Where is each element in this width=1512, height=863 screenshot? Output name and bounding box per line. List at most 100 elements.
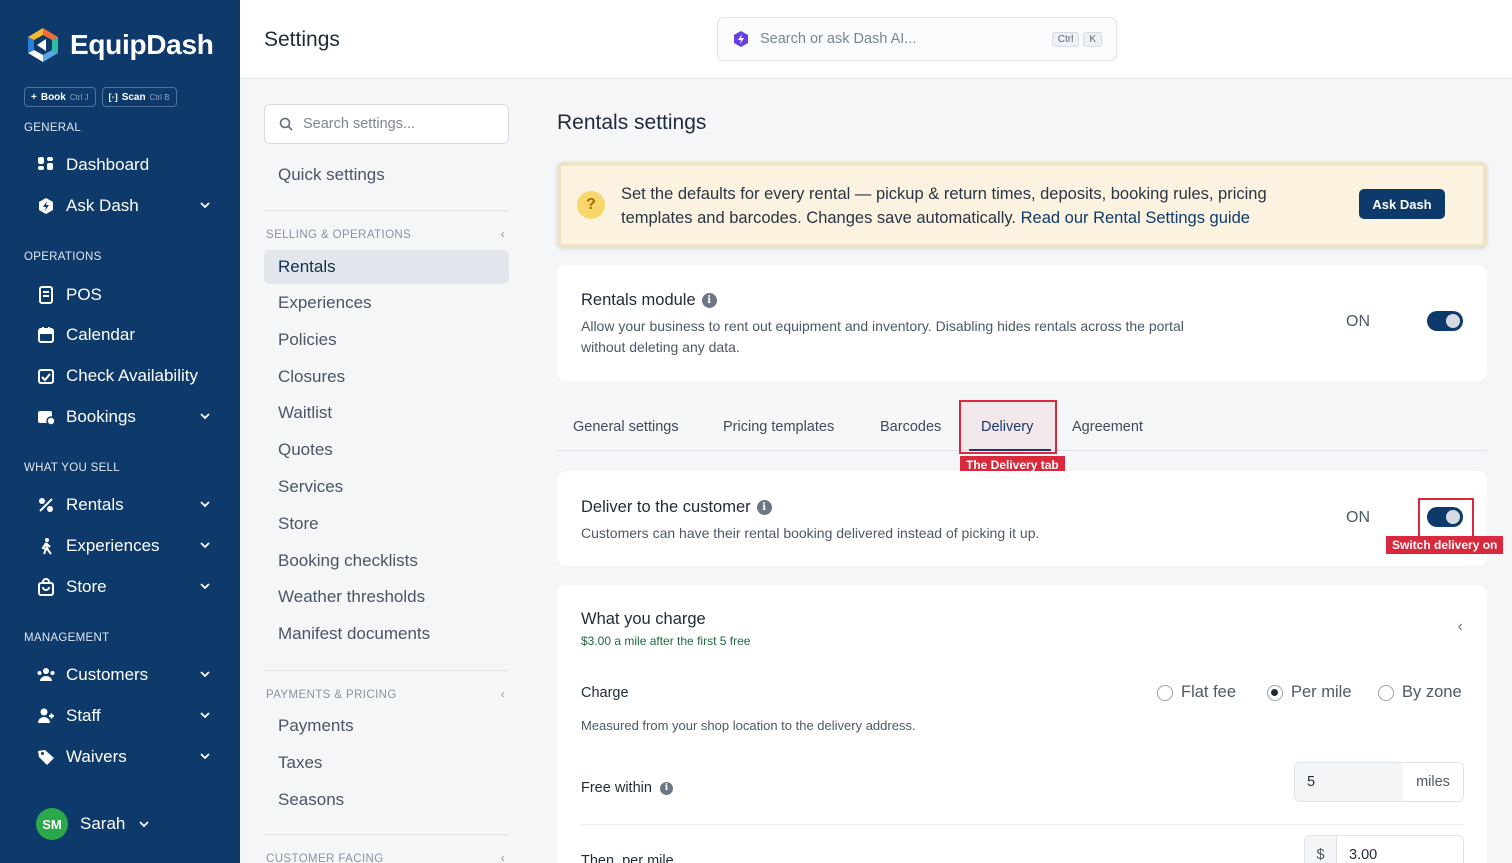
settings-item-services[interactable]: Services xyxy=(264,470,509,504)
tab-agreement[interactable]: Agreement xyxy=(1072,402,1143,451)
settings-item-manifest-documents[interactable]: Manifest documents xyxy=(264,617,509,651)
charge-option-by-zone[interactable]: By zone xyxy=(1378,683,1462,702)
pos-icon xyxy=(36,285,56,305)
settings-item-experiences[interactable]: Experiences xyxy=(264,286,509,320)
book-label: Book xyxy=(40,91,66,103)
free-within-label: Free within xyxy=(581,780,652,796)
chevron-down-icon xyxy=(200,202,210,209)
divider xyxy=(264,834,509,835)
info-callout: ? Set the defaults for every rental — pi… xyxy=(557,162,1487,248)
app-logo[interactable]: EquipDash xyxy=(24,26,214,64)
charge-option-label: Flat fee xyxy=(1181,683,1237,701)
sidebar-item-experiences[interactable]: Experiences xyxy=(36,531,216,561)
sidebar-item-ask-dash[interactable]: Ask Dash xyxy=(36,191,216,221)
per-mile-input[interactable]: $ 3.00 xyxy=(1304,835,1464,863)
callout-text: Set the defaults for every rental — pick… xyxy=(621,182,1341,230)
store-icon xyxy=(36,577,56,597)
sidebar-item-staff[interactable]: Staff xyxy=(36,701,216,731)
user-menu[interactable]: SM Sarah xyxy=(36,808,151,840)
per-mile-label: Then, per mile xyxy=(581,853,674,863)
collapse-chevron-icon[interactable]: ‹ xyxy=(1458,618,1463,636)
settings-item-taxes[interactable]: Taxes xyxy=(264,746,509,780)
sidebar-item-label: Dashboard xyxy=(66,155,150,174)
ask-dash-button[interactable]: Ask Dash xyxy=(1359,189,1445,219)
settings-group-label: SELLING & OPERATIONS xyxy=(266,229,412,241)
sidebar-item-calendar[interactable]: Calendar xyxy=(36,320,216,350)
section-what-you-sell: WHAT YOU SELL xyxy=(24,462,120,474)
delivery-toggle-highlight xyxy=(1418,498,1474,538)
tab-pricing-templates[interactable]: Pricing templates xyxy=(723,402,834,451)
chevron-left-icon: ‹ xyxy=(500,689,505,701)
charge-option-label: Per mile xyxy=(1291,683,1352,701)
sidebar-item-label: Check Availability xyxy=(66,366,198,385)
radio-icon xyxy=(1378,684,1394,701)
sidebar-item-customers[interactable]: Customers xyxy=(36,660,216,690)
section-general: GENERAL xyxy=(24,122,82,134)
charge-label: Charge xyxy=(581,685,629,701)
charge-option-flat-fee[interactable]: Flat fee xyxy=(1157,683,1236,702)
user-name: Sarah xyxy=(80,814,126,833)
delivery-card: Deliver to the customer i Customers can … xyxy=(557,471,1487,566)
settings-group-payments-pricing[interactable]: PAYMENTS & PRICING ‹ xyxy=(266,689,509,701)
rental-settings-guide-link[interactable]: Read our Rental Settings guide xyxy=(1021,209,1250,227)
free-within-value[interactable]: 5 xyxy=(1295,763,1403,801)
rentals-module-card: Rentals module i Allow your business to … xyxy=(557,265,1487,381)
settings-item-booking-checklists[interactable]: Booking checklists xyxy=(264,544,509,578)
bookings-icon xyxy=(36,407,56,427)
settings-item-weather-thresholds[interactable]: Weather thresholds xyxy=(264,580,509,614)
sidebar-item-rentals[interactable]: Rentals xyxy=(36,490,216,520)
sidebar-item-label: Ask Dash xyxy=(66,196,139,215)
global-search-input[interactable]: Search or ask Dash AI... Ctrl K xyxy=(717,17,1117,61)
charge-option-per-mile[interactable]: Per mile xyxy=(1267,683,1352,702)
rentals-module-toggle[interactable] xyxy=(1427,311,1463,331)
settings-search-input[interactable]: Search settings... xyxy=(264,104,509,144)
free-within-row-label: Free within i xyxy=(581,780,673,796)
scan-button[interactable]: [◦] Scan Ctrl B xyxy=(101,87,177,107)
charge-help-text: Measured from your shop location to the … xyxy=(581,718,916,733)
per-mile-value[interactable]: 3.00 xyxy=(1337,836,1463,863)
sidebar-item-label: Waivers xyxy=(66,747,127,766)
scan-shortcut: Ctrl B xyxy=(149,92,170,102)
settings-group-selling-operations[interactable]: SELLING & OPERATIONS ‹ xyxy=(266,229,509,241)
settings-item-payments[interactable]: Payments xyxy=(264,709,509,743)
sidebar-item-pos[interactable]: POS xyxy=(36,280,216,310)
settings-item-rentals[interactable]: Rentals xyxy=(264,250,509,284)
sidebar-item-label: Bookings xyxy=(66,407,136,426)
sidebar-item-check-availability[interactable]: Check Availability xyxy=(36,361,216,391)
info-icon[interactable]: i xyxy=(701,293,717,308)
settings-item-policies[interactable]: Policies xyxy=(264,323,509,357)
per-mile-currency: $ xyxy=(1305,836,1337,863)
experiences-icon xyxy=(36,536,56,556)
charge-option-label: By zone xyxy=(1402,683,1462,701)
free-within-input[interactable]: 5 miles xyxy=(1294,762,1464,802)
sidebar-item-dashboard[interactable]: Dashboard xyxy=(36,150,216,180)
settings-item-store[interactable]: Store xyxy=(264,507,509,541)
rentals-icon xyxy=(36,495,56,515)
book-button[interactable]: + Book Ctrl J xyxy=(24,87,96,107)
settings-item-quotes[interactable]: Quotes xyxy=(264,433,509,467)
settings-group-customer-facing[interactable]: CUSTOMER FACING ‹ xyxy=(266,853,509,863)
page-title: Settings xyxy=(264,28,340,51)
sidebar-item-label: Rentals xyxy=(66,495,124,514)
tab-general-settings[interactable]: General settings xyxy=(573,402,679,451)
sidebar-item-bookings[interactable]: Bookings xyxy=(36,402,216,432)
tab-barcodes[interactable]: Barcodes xyxy=(880,402,941,451)
info-icon[interactable]: i xyxy=(659,781,673,795)
delivery-description: Customers can have their rental booking … xyxy=(581,525,1040,541)
quick-settings-link[interactable]: Quick settings xyxy=(264,158,509,192)
radio-selected-icon xyxy=(1267,684,1283,701)
settings-item-closures[interactable]: Closures xyxy=(264,360,509,394)
chevron-down-icon xyxy=(200,753,210,760)
sidebar-item-waivers[interactable]: Waivers xyxy=(36,742,216,772)
settings-item-seasons[interactable]: Seasons xyxy=(264,783,509,817)
question-icon: ? xyxy=(577,191,605,219)
sidebar-item-store[interactable]: Store xyxy=(36,572,216,602)
divider xyxy=(264,670,509,671)
plus-icon: + xyxy=(31,91,37,103)
settings-item-waitlist[interactable]: Waitlist xyxy=(264,396,509,430)
dash-ai-icon xyxy=(734,31,748,47)
chevron-down-icon xyxy=(200,413,210,420)
chevron-left-icon: ‹ xyxy=(500,229,505,241)
info-icon[interactable]: i xyxy=(756,500,772,515)
topbar: Settings Search or ask Dash AI... Ctrl K xyxy=(240,0,1512,79)
